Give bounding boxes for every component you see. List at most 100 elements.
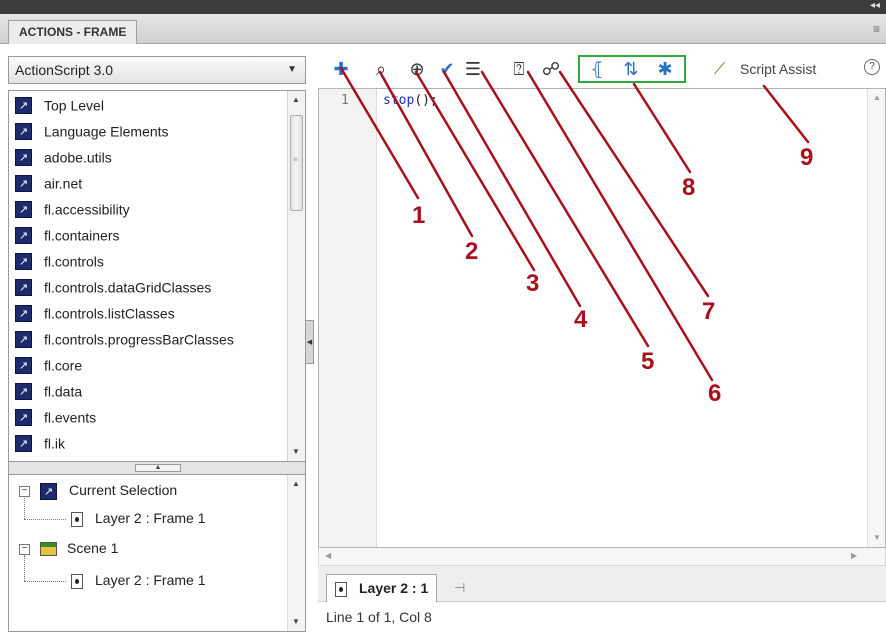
check-syntax-icon[interactable]: ✔: [436, 58, 458, 80]
book-icon: ↗: [15, 96, 32, 114]
line-number: 1: [341, 93, 349, 108]
show-code-hint-icon[interactable]: ⍰: [508, 58, 530, 80]
toolbox-item[interactable]: ↗ adobe.utils: [15, 143, 112, 169]
book-icon: ↗: [15, 434, 32, 452]
toolbox-item[interactable]: ↗ fl.ik: [15, 429, 65, 455]
actions-toolbar: ✚ ⌕ ⊕ ✔ ☰ ⍰ ☍ ⦃ ⇅ ✱ ⟋ Script Assist ?: [318, 52, 886, 86]
tab-layer-2-frame-1[interactable]: Layer 2 : 1: [326, 574, 438, 602]
language-version-value: ActionScript 3.0: [15, 62, 114, 78]
frame-icon: [71, 511, 83, 527]
toolbox-item[interactable]: ↗ fl.data: [15, 377, 82, 403]
scroll-right-arrow-icon[interactable]: ▶: [851, 551, 857, 560]
book-icon: ↗: [15, 356, 32, 374]
pin-script-icon[interactable]: ⊣: [454, 580, 465, 596]
scroll-up-arrow-icon[interactable]: ▲: [873, 93, 881, 102]
expand-all-icon[interactable]: ✱: [654, 58, 676, 80]
script-assist-button[interactable]: ⟋ Script Assist: [714, 58, 816, 81]
callout-number-3: 3: [526, 270, 540, 297]
debug-options-icon[interactable]: ☍: [540, 58, 562, 80]
book-icon: ↗: [40, 482, 57, 500]
tree-connector: [24, 519, 66, 520]
scene-clapper-icon: [40, 542, 57, 557]
toolbox-item[interactable]: ↗ Top Level: [15, 91, 104, 117]
callout-number-7: 7: [702, 298, 716, 325]
script-navigator: − ↗ Current Selection Layer 2 : Frame 1 − S…: [8, 474, 306, 632]
pane-splitter[interactable]: ▲: [8, 462, 306, 474]
book-icon: ↗: [15, 304, 32, 322]
nav-scene-frame[interactable]: Layer 2 : Frame 1: [71, 567, 206, 593]
navigator-scrollbar[interactable]: ▲ ▼: [287, 475, 305, 631]
insert-target-path-icon[interactable]: ⊕: [406, 58, 428, 80]
book-icon: ↗: [15, 226, 32, 244]
scroll-up-arrow-icon[interactable]: ▲: [292, 479, 300, 488]
code-keyword: stop: [383, 93, 415, 108]
collapse-minus-icon[interactable]: −: [19, 485, 30, 497]
editor-vertical-scrollbar[interactable]: ▲ ▼: [867, 89, 885, 547]
actions-toolbox-tree: ↗ Top Level ↗ Language Elements ↗ adobe.uti…: [8, 90, 306, 462]
book-icon: ↗: [15, 122, 32, 140]
toolbox-item[interactable]: ↗ Language Elements: [15, 117, 169, 143]
scroll-up-arrow-icon[interactable]: ▲: [292, 95, 300, 104]
toolbox-item[interactable]: ↗ fl.controls.dataGridClasses: [15, 273, 211, 299]
callout-number-5: 5: [641, 348, 655, 375]
script-pane: ✚ ⌕ ⊕ ✔ ☰ ⍰ ☍ ⦃ ⇅ ✱ ⟋ Script Assist ? 1 s…: [318, 52, 886, 632]
callout-number-9: 9: [800, 144, 814, 171]
toolbox-item[interactable]: ↗ fl.containers: [15, 221, 119, 247]
actions-toolbox-pane: ActionScript 3.0 ▼ ↗ Top Level ↗ Language …: [8, 52, 306, 632]
scroll-down-arrow-icon[interactable]: ▼: [873, 533, 881, 542]
toolbox-item[interactable]: ↗ fl.controls: [15, 247, 104, 273]
add-new-item-icon[interactable]: ✚: [330, 58, 352, 80]
book-icon: ↗: [15, 408, 32, 426]
collapse-minus-icon[interactable]: −: [19, 543, 30, 555]
collapse-arrows-icon[interactable]: ◂◂: [870, 0, 880, 12]
toolbox-item[interactable]: ↗ fl.events: [15, 403, 96, 429]
scroll-left-arrow-icon[interactable]: ◀: [325, 551, 331, 560]
panel-tab-actions-frame[interactable]: ACTIONS - FRAME: [8, 20, 138, 44]
book-icon: ↗: [15, 252, 32, 270]
collapse-selection-icon[interactable]: ⇅: [620, 58, 642, 80]
code-line[interactable]: stop();: [383, 93, 438, 108]
collapse-pane-handle[interactable]: ◀: [305, 320, 314, 364]
status-bar: Line 1 of 1, Col 8: [326, 609, 432, 625]
scroll-down-arrow-icon[interactable]: ▼: [292, 617, 300, 626]
book-icon: ↗: [15, 278, 32, 296]
grip-icon: ≡: [293, 155, 298, 164]
script-assist-wand-icon: ⟋: [714, 61, 726, 78]
auto-format-icon[interactable]: ☰: [462, 58, 484, 80]
toolbox-item[interactable]: ↗ air.net: [15, 169, 82, 195]
toolbox-item[interactable]: ↗ fl.controls.progressBarClasses: [15, 325, 234, 351]
book-icon: ↗: [15, 330, 32, 348]
callout-number-6: 6: [708, 380, 722, 407]
find-icon[interactable]: ⌕: [370, 58, 392, 80]
panel-menu-icon[interactable]: ≡: [873, 22, 880, 36]
nav-current-frame[interactable]: Layer 2 : Frame 1: [71, 505, 206, 531]
editor-horizontal-scrollbar[interactable]: ◀ ▶: [318, 548, 886, 566]
toolbox-scroll-thumb[interactable]: ≡: [290, 115, 303, 211]
book-icon: ↗: [15, 200, 32, 218]
callout-number-1: 1: [412, 202, 426, 229]
nav-current-selection[interactable]: − ↗ Current Selection: [19, 477, 177, 503]
nav-scene[interactable]: − Scene 1: [19, 535, 118, 561]
toolbox-scrollbar[interactable]: ▲ ≡ ▼: [287, 91, 305, 461]
splitter-grip-icon[interactable]: ▲: [135, 464, 181, 472]
callout-number-4: 4: [574, 306, 588, 333]
callout-number-8: 8: [682, 174, 696, 201]
tree-connector: [24, 581, 66, 582]
toolbox-item[interactable]: ↗ fl.accessibility: [15, 195, 130, 221]
book-icon: ↗: [15, 382, 32, 400]
callout-number-2: 2: [465, 238, 479, 265]
book-icon: ↗: [15, 174, 32, 192]
chevron-down-icon[interactable]: ▼: [287, 57, 297, 83]
toolbox-item[interactable]: ↗ fl.core: [15, 351, 82, 377]
scroll-down-arrow-icon[interactable]: ▼: [292, 447, 300, 456]
collapse-between-braces-icon[interactable]: ⦃: [586, 58, 608, 80]
window-top-bar: ◂◂: [0, 0, 886, 14]
code-rest: ();: [414, 93, 438, 108]
language-version-dropdown[interactable]: ActionScript 3.0 ▼: [8, 56, 306, 84]
toolbox-item[interactable]: ↗ fl.controls.listClasses: [15, 299, 175, 325]
frame-icon: [335, 581, 347, 597]
line-number-gutter: 1: [319, 89, 377, 547]
script-tab-bar: Layer 2 : 1 ⊣: [318, 566, 886, 602]
book-icon: ↗: [15, 148, 32, 166]
help-icon[interactable]: ?: [864, 59, 880, 75]
